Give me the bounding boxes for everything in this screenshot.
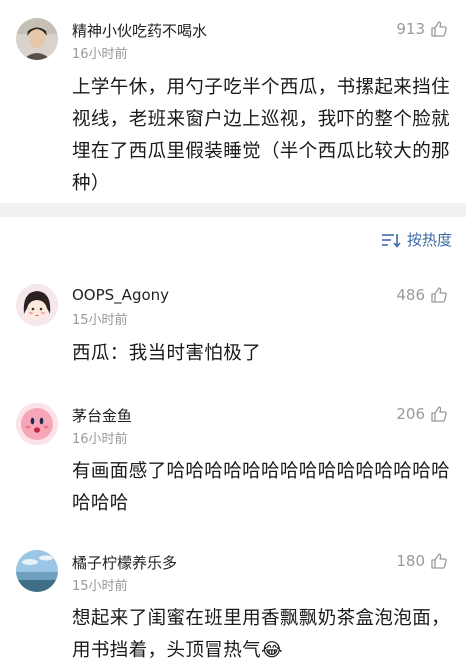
avatar-photo-icon [16,18,58,60]
avatar-sky-sea-icon [16,550,58,592]
timestamp: 16小时前 [72,47,128,62]
avatar[interactable] [16,18,58,60]
avatar[interactable] [16,403,58,445]
like-button[interactable]: 913 [396,20,448,38]
comment-text: 有画面感了哈哈哈哈哈哈哈哈哈哈哈哈哈哈哈哈哈哈 [72,461,451,514]
thumbs-up-icon [431,553,447,569]
thumbs-up-icon [431,21,447,37]
comments-page: 精神小伙吃药不喝水 16小时前 913 上学午休，用勺子吃半个西瓜，书摞起来挡住… [0,0,466,670]
comment-text: 想起来了闺蜜在班里用香飘飘奶茶盒泡泡面，用书挡着，头顶冒热气😂 [72,608,451,661]
thumbs-up-icon [431,287,447,303]
timestamp: 16小时前 [72,432,128,447]
avatar-kirby-icon [16,403,58,445]
avatar-cartoon-girl-icon [16,284,58,326]
timestamp: 15小时前 [72,313,128,328]
sort-label: 按热度 [406,231,452,249]
username[interactable]: 橘子柠檬养乐多 [72,552,177,573]
like-button[interactable]: 486 [396,286,448,304]
timestamp: 15小时前 [72,579,128,594]
sort-icon [381,233,401,248]
like-count: 206 [396,405,425,423]
username[interactable]: OOPS_Agony [72,286,169,304]
sort-button[interactable]: 按热度 [381,229,452,250]
like-count: 913 [396,20,425,38]
like-count: 180 [396,552,425,570]
comment-text: 上学午休，用勺子吃半个西瓜，书摞起来挡住视线，老班来窗户边上巡视，我吓的整个脸就… [72,77,451,194]
like-button[interactable]: 180 [396,552,448,570]
comment-text: 西瓜：我当时害怕极了 [72,343,262,364]
avatar[interactable] [16,550,58,592]
like-count: 486 [396,286,425,304]
section-divider [0,203,466,217]
username[interactable]: 茅台金鱼 [72,405,132,426]
like-button[interactable]: 206 [396,405,448,423]
avatar[interactable] [16,284,58,326]
username[interactable]: 精神小伙吃药不喝水 [72,20,207,41]
thumbs-up-icon [431,406,447,422]
